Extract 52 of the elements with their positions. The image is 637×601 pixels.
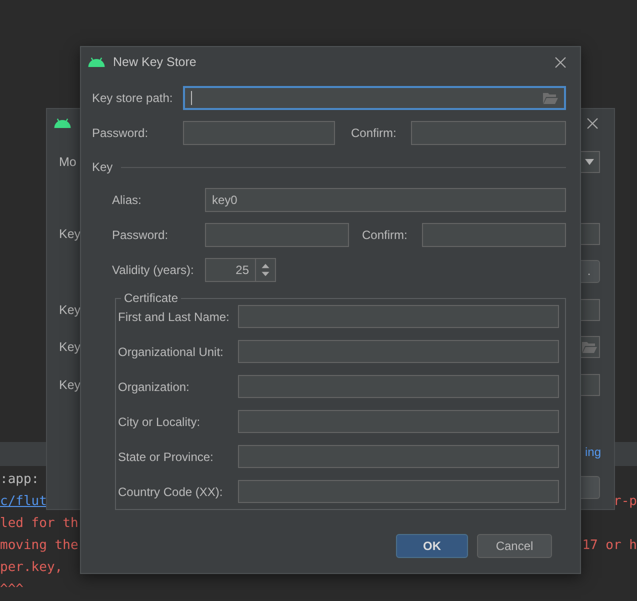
field-label: Confirm: [362,228,408,242]
file-link[interactable]: c/flut [0,491,47,513]
text-field[interactable] [238,410,559,433]
text-field[interactable] [238,445,559,468]
text-field[interactable] [238,480,559,503]
folder-icon[interactable] [582,341,596,353]
path-field[interactable] [183,86,566,110]
field-label: Organization: [118,380,190,394]
android-icon [88,56,105,68]
console-text: r-p [614,493,637,511]
number-spinner[interactable]: 25 [205,258,276,282]
field-label: Country Code (XX): [118,484,224,498]
console-text: led for th [0,515,78,533]
password-field[interactable] [183,121,335,145]
group-title: Certificate [123,291,180,305]
text-field[interactable] [238,375,559,398]
password-field[interactable] [411,121,566,145]
text-field[interactable]: key0 [205,188,566,212]
field-label: Key [59,340,81,354]
field-label: First and Last Name: [118,310,230,324]
field-label: Key [59,378,81,392]
field-label: Key [59,303,81,317]
ok-button[interactable]: OK [396,534,468,558]
console-text: moving the [0,537,78,555]
caret-icon [584,159,594,165]
field-label: Mo [59,155,76,169]
field-label: State or Province: [118,450,214,464]
close-icon[interactable] [587,118,598,128]
field-label: Password: [112,228,170,242]
folder-icon[interactable] [543,92,558,104]
close-icon[interactable] [555,56,566,68]
text-field[interactable] [238,305,559,328]
password-field[interactable] [205,223,349,247]
field-label: City or Locality: [118,414,202,428]
field-label: Password: [92,126,150,140]
cancel-button[interactable]: Cancel [477,534,552,558]
console-text: ^^^ [0,581,24,599]
field-label: Alias: [112,193,142,207]
link[interactable]: ing [584,445,601,459]
field-label: Key [59,227,81,241]
console-text: :app: [0,471,40,489]
console-text: per.key, [0,559,63,577]
field-label: Organizational Unit: [118,344,224,358]
field-label: Key store path: [92,91,174,105]
text-field[interactable] [238,340,559,363]
password-field[interactable] [422,223,566,247]
android-icon [54,118,71,128]
dialog-title: New Key Store [113,55,198,69]
field-label: Validity (years): [112,263,195,277]
console-text: 17 or h [582,537,637,555]
field-label: Confirm: [351,126,398,140]
section-title: Key [92,160,113,174]
